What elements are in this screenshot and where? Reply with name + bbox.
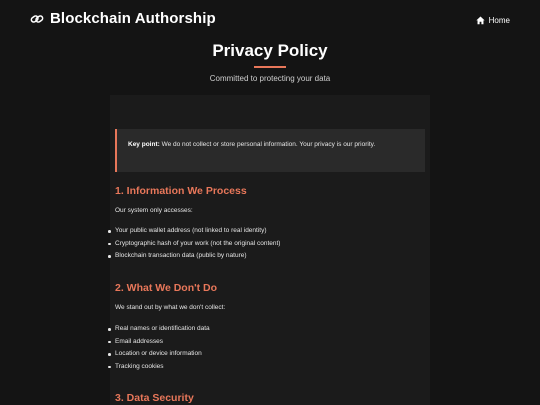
title-underline bbox=[254, 66, 286, 68]
list-item: Real names or identification data bbox=[107, 323, 210, 336]
home-icon bbox=[476, 16, 485, 25]
site-header: Blockchain Authorship Home bbox=[0, 0, 540, 40]
page-title: Privacy Policy bbox=[212, 41, 328, 60]
list-item: Cryptographic hash of your work (not the… bbox=[107, 238, 280, 251]
list-item: Location or device information bbox=[107, 348, 210, 361]
section-intro: We stand out by what we don't collect: bbox=[115, 304, 226, 311]
section-title: 2. What We Don't Do bbox=[115, 282, 218, 294]
nav-home-label: Home bbox=[488, 16, 510, 25]
section-title: 1. Information We Process bbox=[115, 185, 247, 197]
callout-text: We do not collect or store personal info… bbox=[159, 141, 376, 148]
nav-home-link[interactable]: Home bbox=[476, 16, 510, 25]
section-intro: Our system only accesses: bbox=[115, 207, 193, 214]
brand[interactable]: Blockchain Authorship bbox=[30, 10, 216, 27]
section-title: 3. Data Security bbox=[115, 392, 194, 404]
brand-title: Blockchain Authorship bbox=[50, 10, 216, 27]
link-icon bbox=[30, 12, 44, 26]
hero: Privacy Policy Committed to protecting y… bbox=[0, 40, 540, 83]
list-item: Email addresses bbox=[107, 336, 210, 349]
list-item: Tracking cookies bbox=[107, 361, 210, 374]
list-item: Your public wallet address (not linked t… bbox=[107, 225, 280, 238]
list-item: Blockchain transaction data (public by n… bbox=[107, 250, 280, 263]
info-processed-list: Your public wallet address (not linked t… bbox=[107, 225, 280, 263]
not-collected-list: Real names or identification data Email … bbox=[107, 323, 210, 373]
page-subtitle: Committed to protecting your data bbox=[209, 74, 331, 83]
callout-label: Key point: bbox=[128, 141, 160, 148]
key-point-callout: Key point: We do not collect or store pe… bbox=[115, 129, 425, 172]
